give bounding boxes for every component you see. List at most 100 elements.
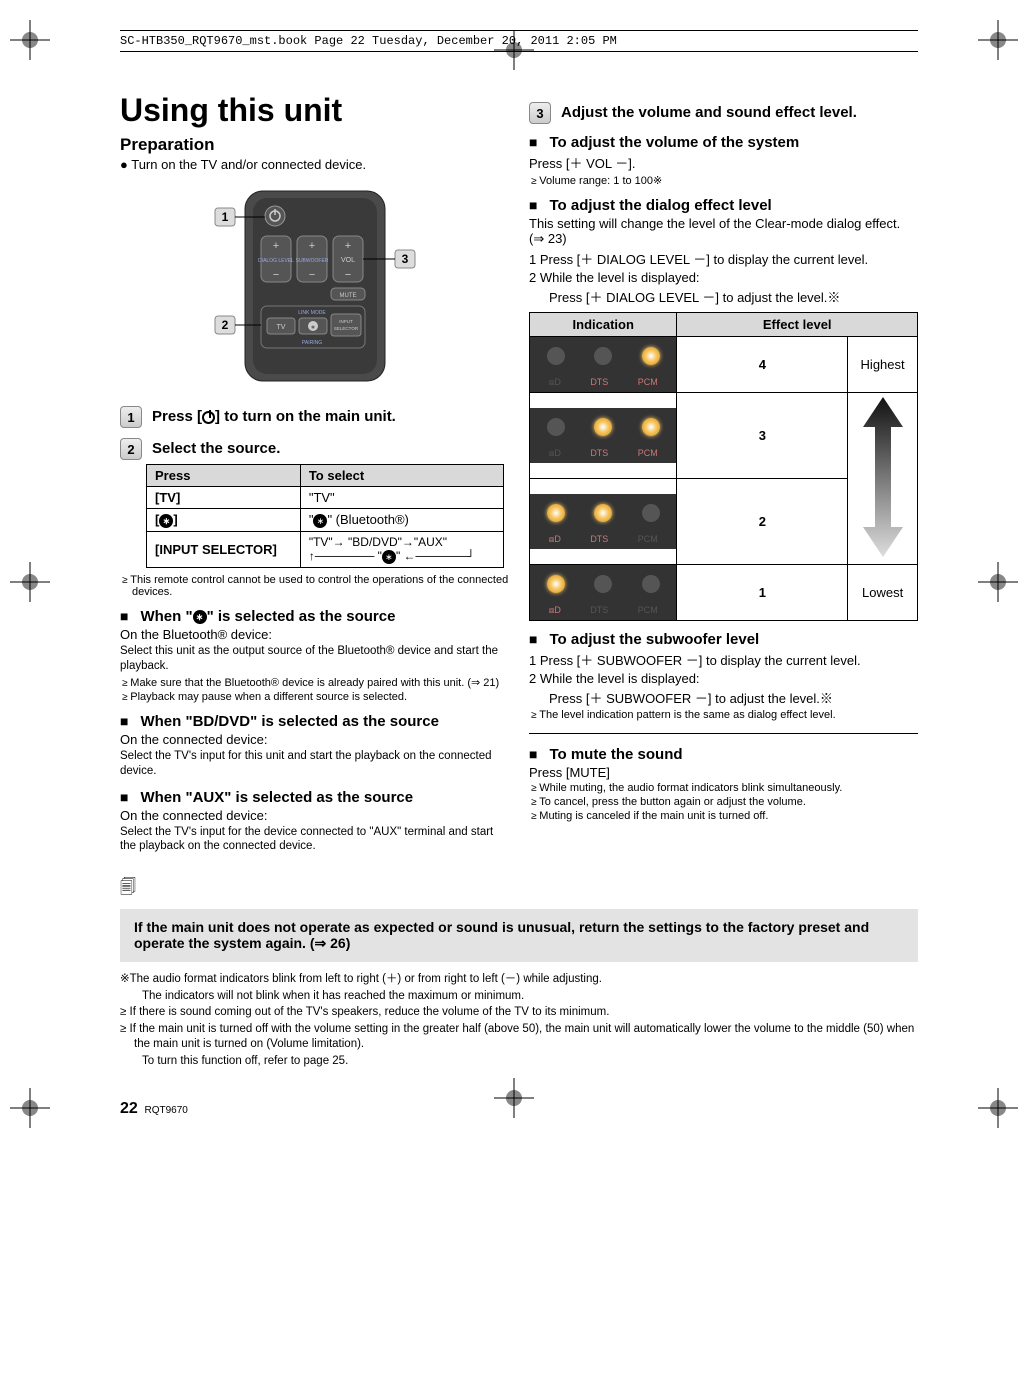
svg-text:+: + xyxy=(308,240,314,252)
src-th-press: Press xyxy=(147,465,301,487)
bluetooth-icon: ∗ xyxy=(382,550,396,564)
table-row: ⧈DDTSPCM 3 xyxy=(530,393,918,479)
footnotes: ※The audio format indicators blink from … xyxy=(120,972,918,1069)
bt-device-line: On the Bluetooth® device: xyxy=(120,627,509,642)
footnote-3a: ≥ If the main unit is turned off with th… xyxy=(120,1022,918,1053)
step-3: 3 Adjust the volume and sound effect lev… xyxy=(529,102,918,124)
svg-text:−: − xyxy=(308,269,314,281)
step-2-text: Select the source. xyxy=(152,438,280,457)
remote-control-note: This remote control cannot be used to co… xyxy=(120,574,509,598)
step-3-text: Adjust the volume and sound effect level… xyxy=(561,102,857,121)
subw-note: The level indication pattern is the same… xyxy=(529,709,918,721)
svg-text:PAIRING: PAIRING xyxy=(301,340,321,346)
bluetooth-icon: ∗ xyxy=(159,514,173,528)
bt-pair-note: Make sure that the Bluetooth® device is … xyxy=(120,676,509,689)
aux-select-line: Select the TV's input for the device con… xyxy=(120,825,509,855)
vol-range-note: Volume range: 1 to 100※ xyxy=(529,174,918,187)
bt-pause-note: Playback may pause when a different sour… xyxy=(120,691,509,703)
svg-text:DIALOG LEVEL: DIALOG LEVEL xyxy=(258,258,294,264)
when-bt-heading: ■When "∗" is selected as the source xyxy=(120,608,509,625)
subw-step1: 1 Press [＋ SUBWOOFER －] to display the c… xyxy=(529,650,918,669)
table-row: [∗] "∗" (Bluetooth®) xyxy=(147,509,504,532)
footnote-3b: To turn this function off, refer to page… xyxy=(120,1054,918,1070)
effect-table: Indication Effect level ⧈DDTSPCM 4 Highe… xyxy=(529,312,918,621)
mute-line: Press [MUTE] xyxy=(529,765,918,780)
mute-b1: While muting, the audio format indicator… xyxy=(529,782,918,794)
lamp-icon xyxy=(594,347,612,365)
lamp-icon xyxy=(547,575,565,593)
bd-select-line: Select the TV's input for this unit and … xyxy=(120,749,509,779)
step-2: 2 Select the source. xyxy=(120,438,509,460)
svg-text:−: − xyxy=(272,269,278,281)
svg-text:SELECTOR: SELECTOR xyxy=(333,326,358,331)
book-header: SC-HTB350_RQT9670_mst.book Page 22 Tuesd… xyxy=(120,30,918,52)
subw-step2b: Press [＋ SUBWOOFER －] to adjust the leve… xyxy=(529,688,918,707)
table-row: [TV] "TV" xyxy=(147,487,504,509)
bluetooth-icon: ∗ xyxy=(193,610,207,624)
svg-text:LINK MODE: LINK MODE xyxy=(298,310,326,316)
source-table: Press To select [TV] "TV" [∗] "∗" (Bluet… xyxy=(146,464,504,568)
dialog-intro: This setting will change the level of th… xyxy=(529,216,918,247)
lamp-icon xyxy=(642,575,660,593)
remote-illustration: + + + − − − DIALOG LEVEL SUBWOOFER VOL M… xyxy=(120,186,509,386)
eff-th-level: Effect level xyxy=(677,313,918,337)
mute-heading: ■To mute the sound xyxy=(529,746,918,763)
lamp-icon xyxy=(642,418,660,436)
lamp-icon xyxy=(594,504,612,522)
table-row: [INPUT SELECTOR] "TV"→ "BD/DVD"→"AUX" ↑─… xyxy=(147,531,504,567)
bluetooth-icon: ∗ xyxy=(313,514,327,528)
when-bddvd-heading: ■When "BD/DVD" is selected as the source xyxy=(120,713,509,730)
adjust-subwoofer-heading: ■To adjust the subwoofer level xyxy=(529,631,918,648)
bt-select-line: Select this unit as the output source of… xyxy=(120,644,509,674)
svg-text:VOL: VOL xyxy=(340,257,354,264)
svg-text:1: 1 xyxy=(221,210,228,224)
svg-text:MUTE: MUTE xyxy=(339,293,356,299)
svg-text:−: − xyxy=(344,269,350,281)
subw-step2a: 2 While the level is displayed: xyxy=(529,671,918,686)
when-aux-heading: ■When "AUX" is selected as the source xyxy=(120,789,509,806)
dialog-step2b: Press [＋ DIALOG LEVEL －] to adjust the l… xyxy=(529,287,918,306)
step-badge-1: 1 xyxy=(120,406,142,428)
page-title: Using this unit xyxy=(120,92,509,129)
vol-press: Press [＋ VOL －]. xyxy=(529,153,918,172)
svg-text:3: 3 xyxy=(401,252,408,266)
reset-note-box: If the main unit does not operate as exp… xyxy=(120,909,918,962)
dialog-step1: 1 Press [＋ DIALOG LEVEL －] to display th… xyxy=(529,249,918,268)
table-row: ⧈DDTSPCM 1 Lowest xyxy=(530,565,918,621)
footnote-1b: The indicators will not blink when it ha… xyxy=(120,989,918,1005)
svg-text:TV: TV xyxy=(276,324,285,331)
step-1: 1 Press [] to turn on the main unit. xyxy=(120,406,509,428)
lamp-icon xyxy=(594,418,612,436)
page-number: 22 RQT9670 xyxy=(120,1100,918,1118)
dialog-step2a: 2 While the level is displayed: xyxy=(529,270,918,285)
mute-b3: Muting is canceled if the main unit is t… xyxy=(529,810,918,822)
bd-device-line: On the connected device: xyxy=(120,732,509,747)
lamp-icon xyxy=(547,347,565,365)
svg-text:+: + xyxy=(344,240,350,252)
preparation-heading: Preparation xyxy=(120,135,509,155)
power-icon xyxy=(202,411,215,424)
footnote-1a: ※The audio format indicators blink from … xyxy=(120,972,918,988)
divider xyxy=(529,733,918,734)
step-badge-3: 3 xyxy=(529,102,551,124)
lamp-icon xyxy=(547,418,565,436)
lamp-icon xyxy=(642,347,660,365)
svg-text:INPUT: INPUT xyxy=(339,319,353,324)
aux-device-line: On the connected device: xyxy=(120,808,509,823)
step-1-text: Press [] to turn on the main unit. xyxy=(152,406,396,425)
svg-text:∗: ∗ xyxy=(310,325,315,331)
svg-text:2: 2 xyxy=(221,318,228,332)
preparation-line: Turn on the TV and/or connected device. xyxy=(120,157,509,172)
note-icon: 🗐 xyxy=(120,876,918,903)
gradient-arrow-icon xyxy=(863,397,903,557)
step-badge-2: 2 xyxy=(120,438,142,460)
table-row: ⧈DDTSPCM 4 Highest xyxy=(530,337,918,393)
eff-th-indication: Indication xyxy=(530,313,677,337)
svg-text:+: + xyxy=(272,240,278,252)
mute-b2: To cancel, press the button again or adj… xyxy=(529,796,918,808)
svg-text:SUBWOOFER: SUBWOOFER xyxy=(295,258,328,264)
lamp-icon xyxy=(547,504,565,522)
lamp-icon xyxy=(642,504,660,522)
adjust-volume-heading: ■To adjust the volume of the system xyxy=(529,134,918,151)
lamp-icon xyxy=(594,575,612,593)
